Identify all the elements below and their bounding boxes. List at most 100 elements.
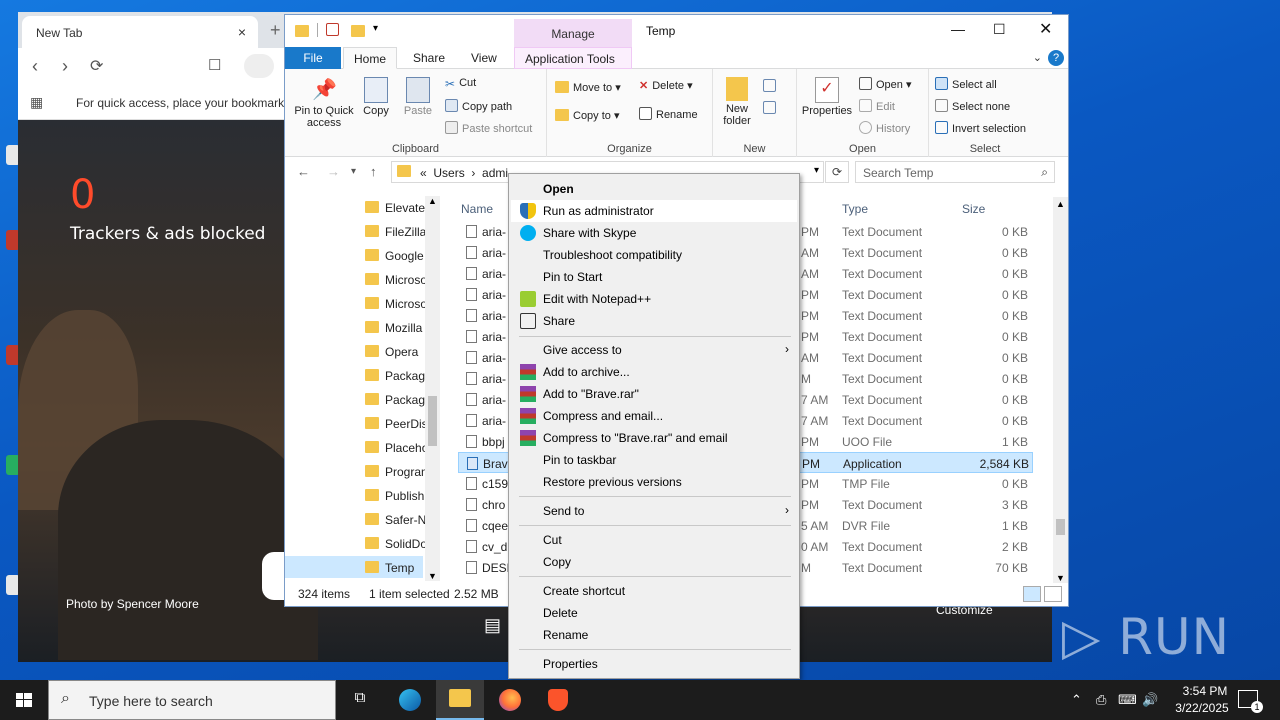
menu-rename[interactable]: Rename [511, 624, 797, 646]
nav-folder[interactable]: Packag [365, 364, 427, 386]
notification-icon[interactable]: 1 [1238, 690, 1263, 713]
menu-cut[interactable]: Cut [511, 529, 797, 551]
menu-pin-to-taskbar[interactable]: Pin to taskbar [511, 449, 797, 471]
taskbar-search-box[interactable]: ⌕ Type here to search [48, 680, 336, 720]
scroll-down-icon[interactable]: ▼ [428, 571, 437, 581]
menu-add-to-brave-rar[interactable]: Add to "Brave.rar" [511, 383, 797, 405]
document-icon[interactable]: ▤ [484, 615, 501, 636]
menu-add-to-archive[interactable]: Add to archive... [511, 361, 797, 383]
scroll-up-icon[interactable]: ▲ [428, 196, 437, 206]
new-item-icon[interactable] [763, 79, 776, 92]
search-input[interactable]: Search Temp ⌕ [855, 161, 1055, 183]
easy-access-icon[interactable] [763, 101, 776, 114]
tab-share[interactable]: Share [403, 47, 455, 69]
menu-pin-to-start[interactable]: Pin to Start [511, 266, 797, 288]
menu-properties[interactable]: Properties [511, 653, 797, 675]
new-folder-icon[interactable] [351, 25, 365, 37]
menu-share[interactable]: Share [511, 310, 797, 332]
reload-icon[interactable]: ⟳ [90, 56, 103, 76]
file-explorer-taskbar-icon[interactable] [436, 680, 484, 720]
column-name[interactable]: Name [461, 202, 493, 216]
nav-scrollbar-thumb[interactable] [428, 396, 437, 446]
menu-delete[interactable]: Delete [511, 602, 797, 624]
nav-folder[interactable]: Google [365, 244, 427, 266]
edge-icon[interactable] [386, 680, 434, 720]
chevron-up-icon[interactable]: ⌃ [1071, 692, 1082, 708]
select-all-button[interactable]: Select all [935, 77, 997, 91]
breadcrumb-users[interactable]: Users [433, 166, 464, 180]
tab-file[interactable]: File [285, 47, 341, 69]
details-view-icon[interactable] [1023, 586, 1041, 602]
new-tab-button[interactable]: + [270, 20, 281, 41]
nav-folder[interactable]: Microso [365, 292, 427, 314]
delete-button[interactable]: ✕ Delete ▾ [639, 79, 693, 92]
nav-folder[interactable]: FileZilla [365, 220, 427, 242]
tab-view[interactable]: View [461, 47, 507, 69]
paste-shortcut-button[interactable]: Paste shortcut [445, 121, 532, 135]
nav-folder[interactable]: Publish [365, 484, 427, 506]
refresh-icon[interactable]: ⟳ [825, 161, 849, 183]
browser-tab[interactable]: New Tab × [22, 16, 258, 48]
rename-button[interactable]: Rename [639, 107, 698, 121]
start-button[interactable] [0, 680, 48, 720]
close-tab-icon[interactable]: × [238, 24, 246, 40]
close-icon[interactable]: ✕ [1039, 19, 1052, 39]
bookmark-icon[interactable]: ☐ [208, 56, 221, 74]
move-to-button[interactable]: Move to ▾ [555, 79, 621, 94]
nav-folder[interactable]: Mozilla [365, 316, 427, 338]
device-icon[interactable]: ⎙ [1096, 692, 1106, 708]
menu-open[interactable]: Open [511, 178, 797, 200]
nav-folder[interactable]: Placeho [365, 436, 427, 458]
nav-folder[interactable]: Safer-N [365, 508, 427, 530]
tab-application-tools[interactable]: Application Tools [514, 47, 632, 69]
menu-send-to[interactable]: Send to › [511, 500, 797, 522]
clock-date[interactable]: 3/22/2025 [1162, 701, 1242, 715]
up-arrow-icon[interactable]: ↑ [370, 164, 377, 179]
large-icons-view-icon[interactable] [1044, 586, 1062, 602]
menu-copy[interactable]: Copy [511, 551, 797, 573]
brave-shield-icon[interactable] [244, 54, 274, 78]
menu-compress-and-email[interactable]: Compress and email... [511, 405, 797, 427]
nav-folder[interactable]: Program [365, 460, 427, 482]
open-button[interactable]: Open ▾ [859, 77, 912, 91]
copy-path-button[interactable]: Copy path [445, 99, 512, 113]
paste-button[interactable]: Paste [401, 77, 435, 117]
new-folder-button[interactable]: New folder [717, 77, 757, 127]
chevron-down-icon[interactable]: ⌄ [1033, 51, 1042, 64]
minimize-icon[interactable]: — [951, 21, 965, 37]
apps-grid-icon[interactable]: ▦ [30, 94, 43, 111]
menu-troubleshoot-compatibility[interactable]: Troubleshoot compatibility [511, 244, 797, 266]
edit-button[interactable]: Edit [859, 99, 895, 113]
menu-compress-to-brave-rar-email[interactable]: Compress to "Brave.rar" and email [511, 427, 797, 449]
nav-folder[interactable]: PeerDis [365, 412, 427, 434]
firefox-icon[interactable] [486, 680, 534, 720]
menu-restore-previous-versions[interactable]: Restore previous versions [511, 471, 797, 493]
nav-folder[interactable]: Microso [365, 268, 427, 290]
task-view-icon[interactable]: ⧉ [336, 680, 384, 720]
forward-icon[interactable]: › [62, 56, 68, 77]
forward-arrow-icon[interactable]: → [327, 164, 340, 179]
properties-icon[interactable] [326, 23, 339, 36]
menu-edit-with-notepadpp[interactable]: Edit with Notepad++ [511, 288, 797, 310]
menu-give-access-to[interactable]: Give access to › [511, 339, 797, 361]
pin-quick-access-button[interactable]: 📌 Pin to Quick access [291, 77, 357, 129]
breadcrumb-separator[interactable]: › [471, 166, 475, 180]
copy-to-button[interactable]: Copy to ▾ [555, 107, 620, 122]
column-type[interactable]: Type [842, 202, 868, 216]
brave-icon[interactable] [534, 680, 582, 720]
nav-folder[interactable]: Elevate [365, 196, 427, 218]
address-dropdown-icon[interactable]: ▾ [814, 165, 819, 176]
breadcrumb-admin[interactable]: admi [482, 166, 508, 180]
properties-button[interactable]: ✓ Properties [799, 77, 855, 117]
nav-scrollbar[interactable]: ▲ ▼ [425, 196, 440, 581]
history-button[interactable]: History [859, 121, 910, 135]
back-arrow-icon[interactable]: ← [297, 164, 310, 179]
select-none-button[interactable]: Select none [935, 99, 1010, 113]
invert-selection-button[interactable]: Invert selection [935, 121, 1026, 135]
volume-icon[interactable]: 🔊 [1142, 692, 1158, 708]
menu-share-with-skype[interactable]: Share with Skype [511, 222, 797, 244]
chevron-down-icon[interactable]: ▾ [373, 23, 378, 37]
scroll-up-icon[interactable]: ▲ [1056, 199, 1065, 209]
network-icon[interactable]: ⌨ [1118, 692, 1137, 708]
clock-time[interactable]: 3:54 PM [1172, 684, 1238, 698]
